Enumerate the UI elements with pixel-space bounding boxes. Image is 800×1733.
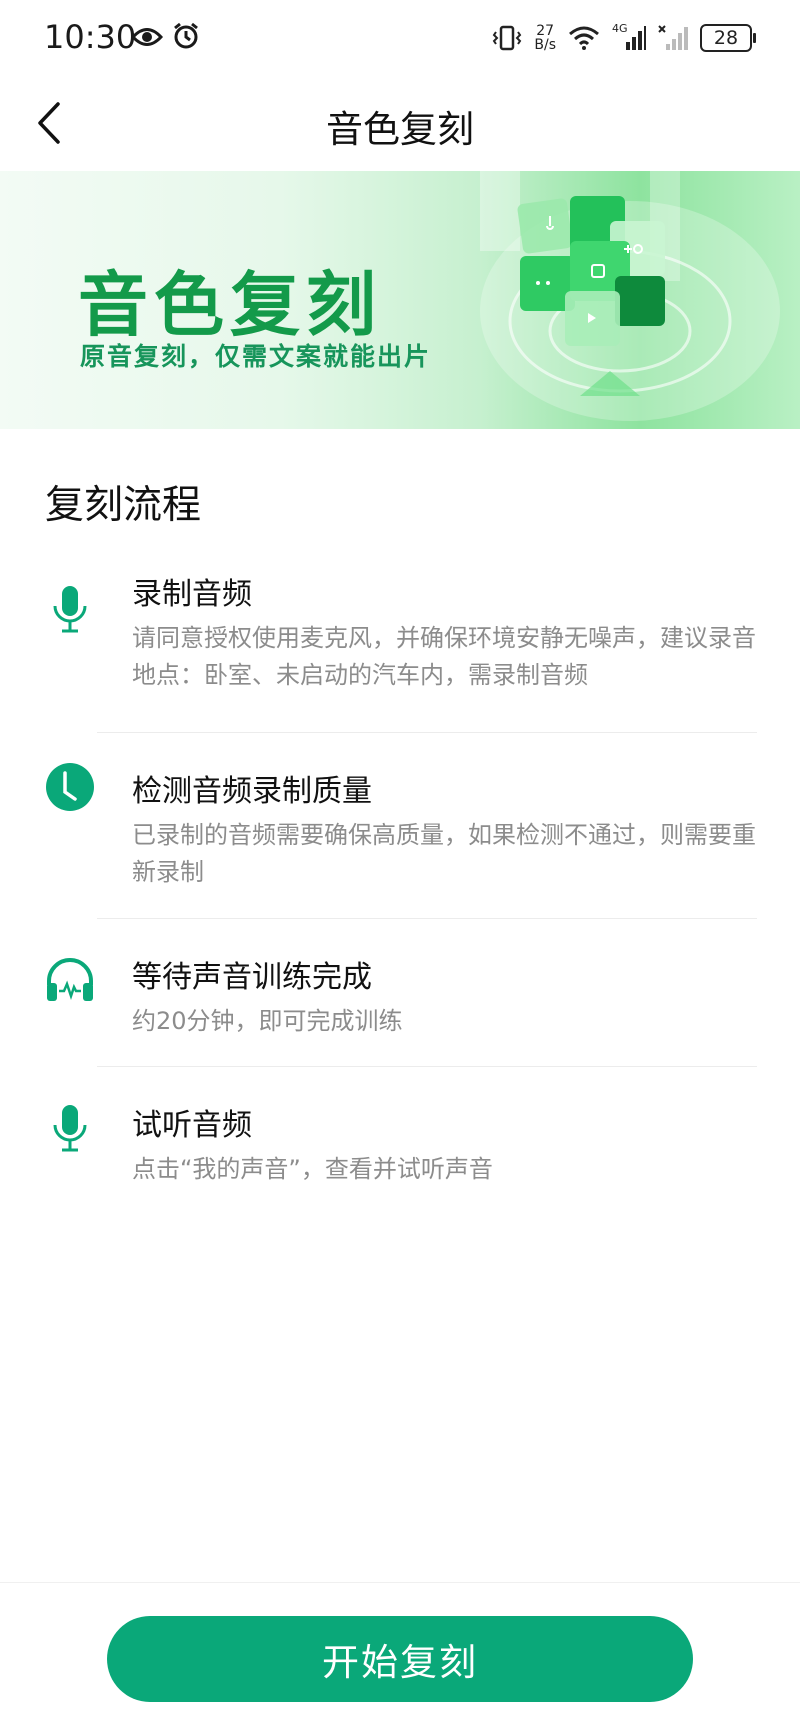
step-description: 已录制的音频需要确保高质量，如果检测不通过，则需要重新录制 <box>132 821 756 886</box>
step-wait-training: 等待声音训练完成 约20分钟，即可完成训练 <box>0 919 800 1066</box>
step-title: 试听音频 <box>132 1108 252 1143</box>
step-check-quality: 检测音频录制质量 已录制的音频需要确保高质量，如果检测不通过，则需要重新录制 <box>0 733 800 918</box>
process-steps-list: 录制音频 请同意授权使用麦克风，并确保环境安静无噪声，建议录音地点：卧室、未启动… <box>0 560 800 1207</box>
start-clone-button[interactable]: 开始复刻 <box>107 1616 693 1702</box>
eye-icon <box>131 28 163 46</box>
net-speed: 27 B/s <box>534 24 556 52</box>
banner-title: 音色复刻 <box>78 264 382 346</box>
cellular-signal-icon: 4G <box>612 22 646 52</box>
battery-icon: 28 <box>700 24 756 52</box>
top-navigation-bar: 音色复刻 <box>0 75 800 171</box>
network-type: 4G <box>612 22 628 35</box>
banner-subtitle: 原音复刻，仅需文案就能出片 <box>80 342 432 371</box>
step-record-audio: 录制音频 请同意授权使用麦克风，并确保环境安静无噪声，建议录音地点：卧室、未启动… <box>0 572 800 732</box>
page-title: 音色复刻 <box>326 108 474 151</box>
microphone-icon <box>53 586 87 633</box>
step-description: 约20分钟，即可完成训练 <box>132 1007 403 1035</box>
vibrate-icon <box>493 25 522 51</box>
step-title: 检测音频录制质量 <box>132 774 372 809</box>
bottom-divider <box>0 1582 800 1583</box>
status-icons: 27 B/s 4G 28 <box>492 20 756 56</box>
step-description: 点击“我的声音”，查看并试听声音 <box>132 1155 493 1183</box>
wifi-icon <box>569 26 599 50</box>
net-speed-unit: B/s <box>534 37 556 53</box>
step-title: 录制音频 <box>132 577 252 612</box>
alarm-icon <box>174 22 198 49</box>
battery-level: 28 <box>713 27 739 49</box>
promo-banner: 音色复刻 原音复刻，仅需文案就能出片 <box>0 171 800 429</box>
status-time: 10:30 <box>44 18 137 56</box>
step-title: 等待声音训练完成 <box>132 960 372 995</box>
headphones-icon <box>47 958 93 1001</box>
cube-illustration <box>480 171 780 421</box>
clock-icon <box>46 763 94 811</box>
step-preview-audio: 试听音频 点击“我的声音”，查看并试听声音 <box>0 1067 800 1207</box>
microphone-icon <box>53 1105 87 1152</box>
net-speed-value: 27 <box>536 23 555 39</box>
status-bar: 10:30 27 B/s 4G 28 <box>0 0 800 75</box>
signal-no-service-icon <box>658 25 688 50</box>
process-section-title: 复刻流程 <box>45 483 202 528</box>
step-description: 请同意授权使用麦克风，并确保环境安静无噪声，建议录音地点：卧室、未启动的汽车内，… <box>132 624 756 689</box>
